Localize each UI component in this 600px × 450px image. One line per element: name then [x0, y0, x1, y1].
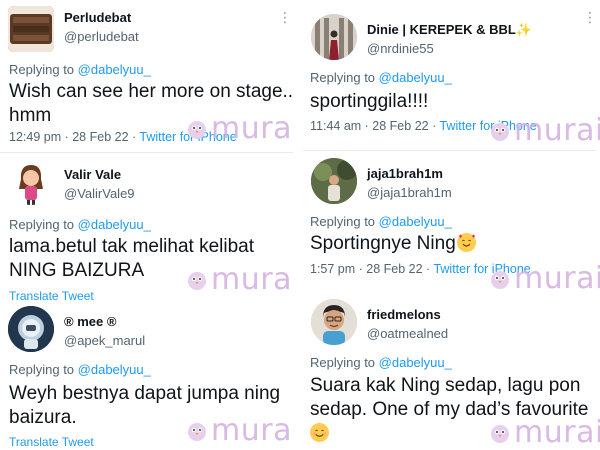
avatar[interactable]: [311, 14, 357, 60]
user-handle[interactable]: @apek_marul: [64, 333, 145, 348]
user-handle[interactable]: @ValirVale9: [64, 186, 135, 201]
replying-to: Replying to @dabelyuu_: [9, 362, 151, 377]
avatar[interactable]: [8, 306, 54, 352]
replying-to-mention[interactable]: @dabelyuu_: [78, 362, 151, 377]
murai-watermark: murai: [186, 262, 301, 297]
display-name[interactable]: friedmelons: [367, 307, 441, 322]
more-options-icon[interactable]: ⋮: [583, 10, 597, 24]
column-gutter: [294, 0, 302, 450]
tweet-timestamp[interactable]: 1:57 pm · 28 Feb 22 ·: [310, 262, 430, 276]
watermark-text: murai: [514, 113, 600, 148]
left-reply-column: Perludebat @perludebat ⋮ Replying to @da…: [0, 0, 300, 450]
reply-tweet[interactable]: Perludebat @perludebat ⋮ Replying to @da…: [0, 0, 300, 150]
display-name[interactable]: ® mee ®: [64, 314, 116, 329]
divider: [303, 150, 596, 151]
murai-watermark: murai: [489, 261, 600, 296]
smiling-face-icon: [310, 423, 329, 442]
tweet-text: Sportingnye Ning: [310, 232, 595, 256]
replying-to-label: Replying to: [310, 70, 376, 85]
bird-icon: [186, 420, 208, 442]
murai-watermark: murai: [186, 413, 301, 448]
display-name-text: Dinie | KEREPEK & BBL: [367, 22, 516, 37]
replying-to-mention[interactable]: @dabelyuu_: [379, 355, 452, 370]
display-name[interactable]: jaja1brah1m: [367, 166, 443, 181]
right-reply-column: Dinie | KEREPEK & BBL✨ @nrdinie55 ⋮ Repl…: [303, 0, 600, 450]
display-name[interactable]: Perludebat: [64, 10, 131, 25]
bird-icon: [489, 268, 511, 290]
replying-to-label: Replying to: [9, 217, 75, 232]
replying-to: Replying to @dabelyuu_: [310, 70, 452, 85]
bird-icon: [489, 120, 511, 142]
reply-tweet[interactable]: Valir Vale @ValirVale9 Replying to @dabe…: [0, 153, 300, 303]
replying-to-label: Replying to: [310, 214, 376, 229]
user-handle[interactable]: @jaja1brah1m: [367, 185, 452, 200]
replying-to: Replying to @dabelyuu_: [310, 355, 452, 370]
tweet-text-line: Suara kak Ning sedap, lagu pon: [310, 375, 581, 396]
tweet-text-line: Sportingnye Ning: [310, 233, 456, 254]
replying-to-label: Replying to: [310, 355, 376, 370]
replying-to-mention[interactable]: @dabelyuu_: [379, 70, 452, 85]
bird-icon: [186, 118, 208, 140]
tweet-text: sportinggila!!!!: [310, 90, 595, 114]
murai-watermark: murai: [186, 111, 301, 146]
replying-to-label: Replying to: [9, 362, 75, 377]
tweet-text-line: Wish can see her more on stage..: [9, 81, 294, 102]
replying-to-mention[interactable]: @dabelyuu_: [78, 217, 151, 232]
user-handle[interactable]: @nrdinie55: [367, 41, 434, 56]
smiling-face-with-hearts-icon: [456, 233, 476, 252]
reply-tweet[interactable]: ® mee ® @apek_marul Replying to @dabelyu…: [0, 300, 300, 450]
avatar[interactable]: [8, 6, 54, 52]
tweet-timestamp[interactable]: 12:49 pm · 28 Feb 22 ·: [9, 130, 136, 144]
bird-icon: [186, 269, 208, 291]
replying-to-label: Replying to: [9, 62, 75, 77]
tweet-text-line: sportinggila!!!!: [310, 91, 429, 112]
murai-watermark: murai: [489, 113, 600, 148]
replying-to: Replying to @dabelyuu_: [9, 217, 151, 232]
avatar[interactable]: [8, 159, 54, 205]
tweet-text-line: Weyh bestnya dapat jumpa ning: [9, 383, 281, 404]
sparkles-icon: ✨: [515, 22, 533, 37]
replying-to-mention[interactable]: @dabelyuu_: [78, 62, 151, 77]
avatar[interactable]: [311, 158, 357, 204]
translate-tweet-link[interactable]: Translate Tweet: [9, 435, 94, 449]
user-handle[interactable]: @perludebat: [64, 29, 139, 44]
reply-tweet[interactable]: jaja1brah1m @jaja1brah1m Replying to @da…: [303, 152, 600, 294]
murai-watermark: murai: [489, 415, 600, 450]
reply-tweet[interactable]: Dinie | KEREPEK & BBL✨ @nrdinie55 ⋮ Repl…: [303, 0, 600, 148]
bird-icon: [489, 422, 511, 444]
tweet-timestamp[interactable]: 11:44 am · 28 Feb 22 ·: [310, 119, 436, 133]
watermark-text: murai: [514, 415, 600, 450]
watermark-text: murai: [211, 413, 301, 448]
watermark-text: murai: [514, 261, 600, 296]
reply-tweet[interactable]: friedmelons @oatmealned Replying to @dab…: [303, 293, 600, 450]
user-handle[interactable]: @oatmealned: [367, 326, 448, 341]
display-name[interactable]: Valir Vale: [64, 167, 121, 182]
tweet-text-line: lama.betul tak melihat kelibat: [9, 236, 255, 257]
avatar[interactable]: [311, 299, 357, 345]
replying-to: Replying to @dabelyuu_: [9, 62, 151, 77]
replying-to: Replying to @dabelyuu_: [310, 214, 452, 229]
watermark-text: murai: [211, 111, 301, 146]
watermark-text: murai: [211, 262, 301, 297]
replying-to-mention[interactable]: @dabelyuu_: [379, 214, 452, 229]
display-name[interactable]: Dinie | KEREPEK & BBL✨: [367, 22, 532, 38]
more-options-icon[interactable]: ⋮: [278, 10, 292, 24]
